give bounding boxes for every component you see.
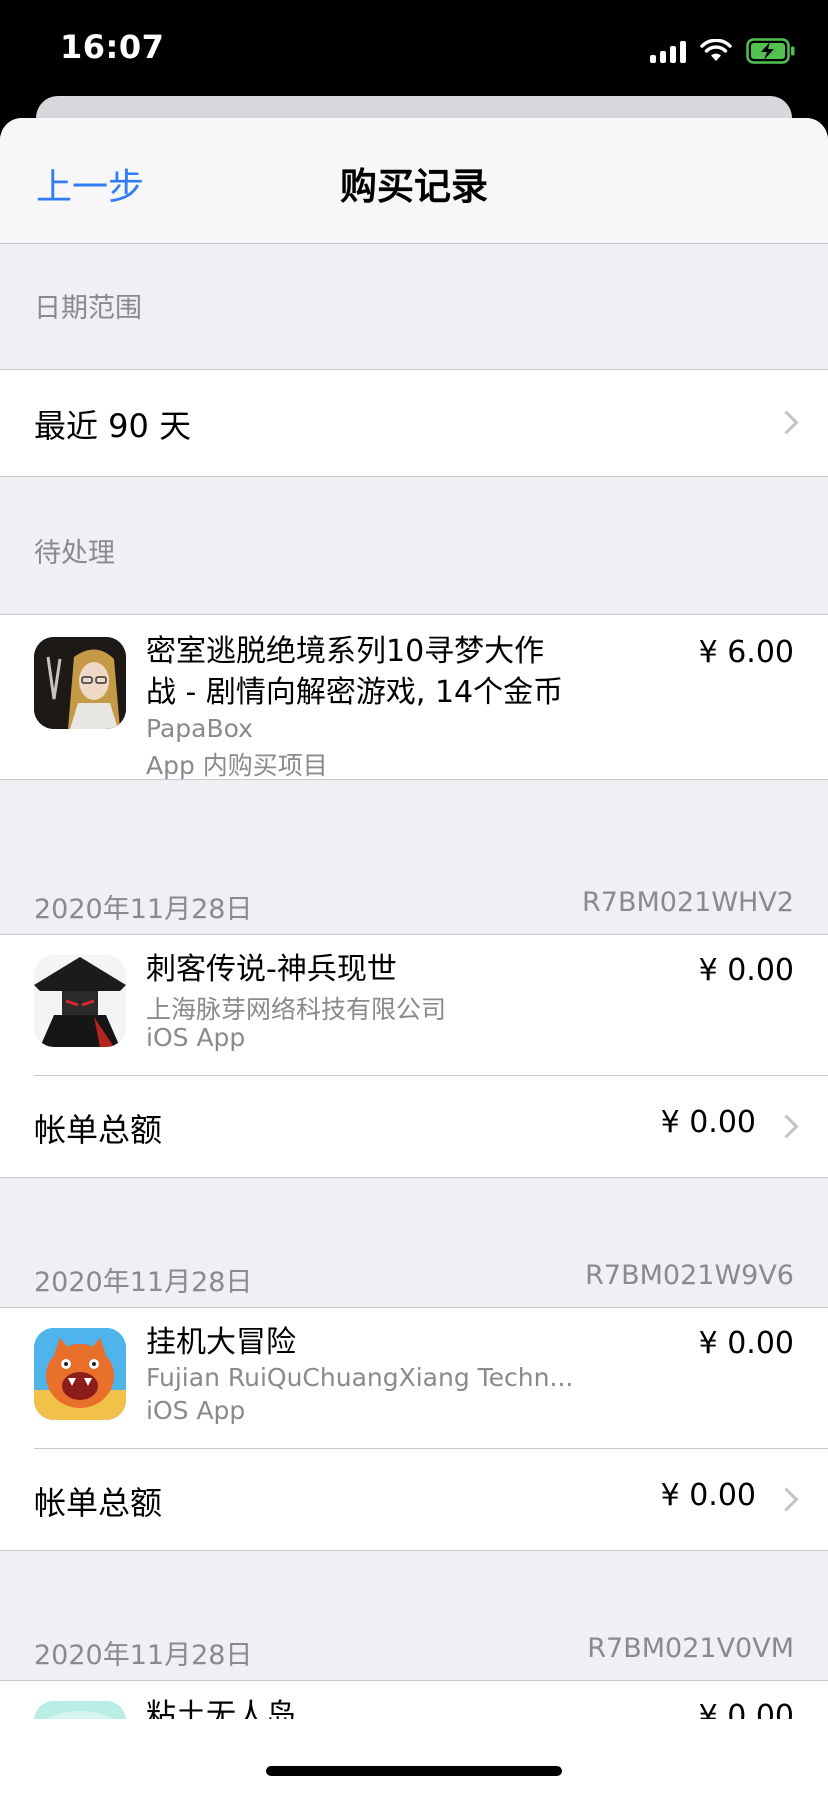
item-developer: PapaBox: [146, 714, 253, 743]
wifi-icon: [700, 39, 732, 61]
item-title-line2: 战 - 剧情向解密游戏, 14个金币: [146, 675, 564, 710]
battery-charging-icon: [746, 38, 795, 64]
bill-total-price: ¥ 0.00: [660, 1478, 756, 1513]
assassin-game-app-icon: [34, 955, 126, 1047]
item-title: 挂机大冒险: [146, 1325, 296, 1360]
page-title: 购买记录: [340, 165, 488, 208]
bill-total-row[interactable]: 帐单总额 ¥ 0.00: [0, 1076, 828, 1178]
pending-item-cell[interactable]: 密室逃脱绝境系列10寻梦大作 战 - 剧情向解密游戏, 14个金币 PapaBo…: [0, 614, 828, 780]
order-date: 2020年11月28日: [34, 1640, 253, 1671]
home-indicator-bar: [0, 1719, 828, 1793]
item-type: iOS App: [146, 1023, 246, 1052]
chevron-right-icon: [778, 1114, 794, 1140]
item-type: App 内购买项目: [146, 751, 328, 780]
order-id: R7BM021W9V6: [585, 1260, 794, 1291]
order-id: R7BM021WHV2: [582, 887, 794, 918]
date-range-value: 最近 90 天: [34, 407, 192, 445]
navigation-bar: 上一步 购买记录: [0, 118, 828, 244]
item-title: 刺客传说-神兵现世: [146, 952, 397, 987]
item-developer: Fujian RuiQuChuangXiang Techn...: [146, 1363, 574, 1392]
item-price: ¥ 0.00: [698, 1326, 794, 1361]
date-range-header: 日期范围: [34, 293, 142, 324]
item-title-line1: 密室逃脱绝境系列10寻梦大作: [146, 634, 545, 669]
order-date: 2020年11月28日: [34, 1267, 253, 1298]
status-icons: [650, 36, 796, 66]
chevron-right-icon: [778, 1487, 794, 1513]
bill-total-label: 帐单总额: [34, 1111, 163, 1149]
bill-total-label: 帐单总额: [34, 1484, 163, 1522]
purchase-history-sheet: 上一步 购买记录 日期范围 最近 90 天 待处理 密室逃脱绝境系列10寻梦大作…: [0, 118, 828, 1793]
order-id: R7BM021V0VM: [587, 1633, 794, 1664]
tiger-game-app-icon: [34, 1328, 126, 1420]
mystery-game-app-icon: [34, 637, 126, 729]
pending-header: 待处理: [34, 538, 115, 569]
status-bar: 16:07: [0, 0, 828, 100]
item-type: iOS App: [146, 1396, 246, 1425]
home-indicator[interactable]: [266, 1766, 562, 1776]
bill-total-price: ¥ 0.00: [660, 1105, 756, 1140]
item-developer: 上海脉芽网络科技有限公司: [146, 995, 447, 1024]
cellular-signal-icon: [650, 39, 686, 63]
status-time: 16:07: [60, 28, 165, 66]
item-price: ¥ 6.00: [698, 635, 794, 670]
chevron-right-icon: [778, 410, 794, 436]
order-cell: 刺客传说-神兵现世 上海脉芽网络科技有限公司 iOS App ¥ 0.00 帐单…: [0, 934, 828, 1178]
date-range-cell[interactable]: 最近 90 天: [0, 369, 828, 477]
item-price: ¥ 0.00: [698, 953, 794, 988]
order-cell: 挂机大冒险 Fujian RuiQuChuangXiang Techn... i…: [0, 1307, 828, 1551]
order-date: 2020年11月28日: [34, 894, 253, 925]
bill-total-row[interactable]: 帐单总额 ¥ 0.00: [0, 1449, 828, 1551]
